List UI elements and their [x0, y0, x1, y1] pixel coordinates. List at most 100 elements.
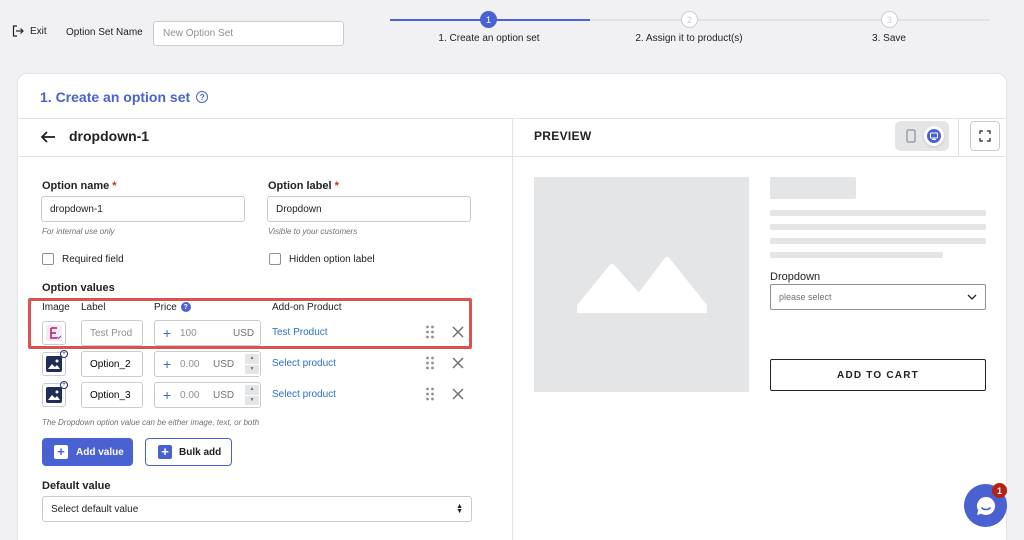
- stepper-track-inactive: [590, 19, 990, 21]
- option-label-input-row[interactable]: [81, 351, 143, 377]
- currency-label: USD: [213, 390, 235, 401]
- option-name-label: Option name *: [42, 180, 117, 192]
- plus-icon[interactable]: +: [163, 356, 171, 372]
- currency-label: USD: [213, 359, 235, 370]
- option-values-hint: The Dropdown option value can be either …: [42, 418, 260, 427]
- plus-icon[interactable]: +: [163, 325, 171, 341]
- option-values-heading: Option values: [42, 282, 115, 294]
- addon-product-link[interactable]: Test Product: [272, 327, 328, 338]
- checkbox-box[interactable]: [269, 253, 281, 265]
- increment-icon[interactable]: ▲: [245, 385, 259, 395]
- option-image-button[interactable]: +: [42, 381, 68, 407]
- increment-icon[interactable]: ▲: [245, 354, 259, 364]
- plus-icon[interactable]: +: [163, 387, 171, 403]
- required-field-text: Required field: [62, 253, 124, 265]
- select-product-link[interactable]: Select product: [272, 389, 336, 400]
- option-name-hint: For internal use only: [42, 227, 115, 236]
- add-image-badge: +: [60, 350, 68, 358]
- preview-dropdown-placeholder: please select: [779, 292, 832, 302]
- option-label-label-text: Option label: [268, 180, 332, 192]
- required-field-checkbox[interactable]: Required field: [42, 253, 124, 265]
- option-set-card: 1. Create an option set ? dropdown-1 PRE…: [17, 73, 1007, 540]
- bulk-add-text: Bulk add: [179, 446, 222, 458]
- step-3-dot[interactable]: 3: [881, 11, 898, 28]
- add-to-cart-button[interactable]: ADD TO CART: [770, 359, 986, 391]
- step-1-dot[interactable]: 1: [480, 11, 497, 28]
- option-name-input[interactable]: [41, 196, 245, 222]
- image-placeholder-icon: [576, 256, 707, 313]
- option-image-button[interactable]: +: [42, 350, 68, 376]
- close-icon[interactable]: [451, 356, 465, 370]
- required-asterisk: *: [112, 180, 117, 192]
- step-1-label[interactable]: 1. Create an option set: [438, 33, 539, 44]
- close-icon[interactable]: [451, 387, 465, 401]
- chat-bubble-icon: [976, 496, 995, 515]
- select-arrows-icon: ▲ ▼: [456, 503, 463, 515]
- decrement-icon[interactable]: ▼: [245, 364, 259, 374]
- stepper: 1 1. Create an option set 2 2. Assign it…: [390, 11, 990, 51]
- divider: [958, 118, 959, 156]
- exit-label: Exit: [30, 25, 47, 37]
- price-stepper[interactable]: ▲ ▼: [245, 354, 259, 374]
- exit-icon: [12, 25, 24, 37]
- add-value-button[interactable]: + Add value: [42, 438, 133, 466]
- product-image-icon: [46, 325, 62, 341]
- desktop-view-button[interactable]: [924, 126, 944, 146]
- skeleton-title: [770, 177, 856, 199]
- desktop-icon: [927, 129, 941, 143]
- preview-dropdown-label: Dropdown: [770, 271, 821, 283]
- price-help-icon[interactable]: ?: [180, 302, 191, 313]
- option-image-button[interactable]: [42, 321, 66, 345]
- add-image-badge: +: [60, 381, 68, 389]
- fullscreen-button[interactable]: [970, 121, 1000, 151]
- drag-handle-icon[interactable]: [425, 356, 435, 370]
- option-label-input[interactable]: [267, 196, 471, 222]
- hidden-option-label-text: Hidden option label: [289, 253, 375, 265]
- mobile-view-button[interactable]: [902, 127, 920, 145]
- option-value-row: + + 0.00 USD ▲▼ Select product: [18, 381, 512, 410]
- step-2-label[interactable]: 2. Assign it to product(s): [635, 33, 742, 44]
- back-arrow-icon[interactable]: [39, 128, 57, 146]
- default-value-text: Select default value: [51, 503, 139, 515]
- option-set-name-input[interactable]: [153, 21, 344, 46]
- price-value: 0.00: [180, 359, 200, 370]
- default-value-select[interactable]: Select default value ▲ ▼: [42, 496, 472, 522]
- option-label-input-row[interactable]: [81, 320, 143, 346]
- bulk-add-button[interactable]: + Bulk add: [145, 438, 232, 466]
- option-label-input-row[interactable]: [81, 382, 143, 408]
- skeleton-line: [770, 252, 943, 258]
- price-input[interactable]: + 0.00 USD ▲ ▼: [154, 382, 261, 408]
- exit-button[interactable]: Exit: [12, 25, 47, 37]
- price-input[interactable]: + 100 USD: [154, 320, 261, 346]
- drag-handle-icon[interactable]: [425, 325, 435, 339]
- select-product-link[interactable]: Select product: [272, 358, 336, 369]
- column-header-price: Price?: [154, 302, 191, 313]
- image-placeholder-icon: [46, 387, 62, 403]
- column-header-addon: Add-on Product: [272, 302, 342, 313]
- option-title: dropdown-1: [69, 128, 150, 144]
- column-header-image: Image: [42, 302, 70, 313]
- price-value: 0.00: [180, 390, 200, 401]
- decrement-icon[interactable]: ▼: [245, 395, 259, 405]
- step-3-label[interactable]: 3. Save: [872, 33, 906, 44]
- preview-dropdown-select[interactable]: please select: [770, 284, 986, 310]
- hidden-option-label-checkbox[interactable]: Hidden option label: [269, 253, 375, 265]
- drag-handle-icon[interactable]: [425, 387, 435, 401]
- help-icon[interactable]: ?: [196, 91, 209, 103]
- device-toggle: [895, 121, 949, 151]
- checkbox-box[interactable]: [42, 253, 54, 265]
- price-input[interactable]: + 0.00 USD ▲ ▼: [154, 351, 261, 377]
- required-asterisk: *: [334, 180, 339, 192]
- close-icon[interactable]: [451, 325, 465, 339]
- step-2-dot[interactable]: 2: [681, 11, 698, 28]
- chevron-down-icon: [967, 294, 977, 300]
- skeleton-line: [770, 238, 986, 244]
- skeleton-line: [770, 210, 986, 216]
- plus-icon: +: [54, 445, 68, 459]
- currency-label: USD: [233, 328, 255, 339]
- option-name-label-text: Option name: [42, 180, 110, 192]
- price-stepper[interactable]: ▲ ▼: [245, 385, 259, 405]
- price-value: 100: [180, 328, 197, 339]
- add-value-text: Add value: [76, 446, 124, 458]
- option-label-hint: Visible to your customers: [268, 227, 358, 236]
